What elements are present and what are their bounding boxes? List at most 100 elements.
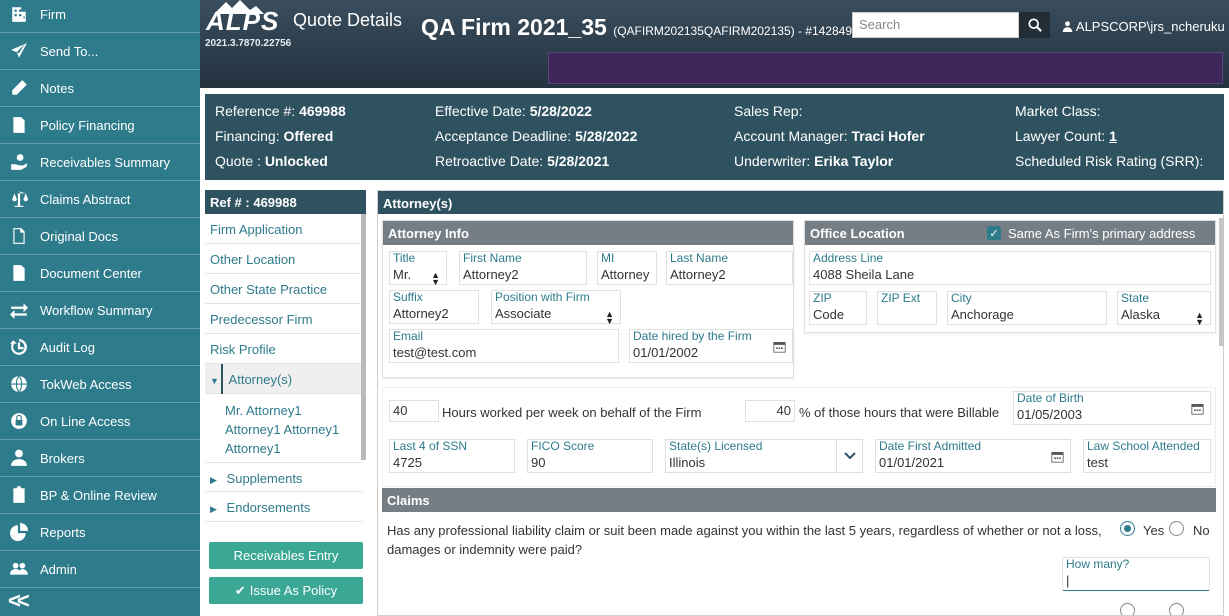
- sidebar-item-label: TokWeb Access: [40, 376, 132, 392]
- sidebar-item-original-docs[interactable]: Original Docs: [0, 218, 200, 255]
- search-input[interactable]: Search: [852, 12, 1019, 38]
- position-select[interactable]: Position with Firm Associate ▲ ▼: [491, 290, 621, 326]
- sidebar-item-admin[interactable]: Admin: [0, 551, 200, 588]
- nav-predecessor-firm[interactable]: Predecessor Firm: [205, 304, 363, 334]
- sidebar-item-tokweb-access[interactable]: TokWeb Access: [0, 366, 200, 403]
- sidebar-item-policy-financing[interactable]: Policy Financing: [0, 107, 200, 144]
- how-many-field[interactable]: How many? |: [1062, 557, 1210, 591]
- page-title: Quote Details: [293, 10, 403, 30]
- calendar-icon[interactable]: [1044, 440, 1070, 472]
- nav-other-location[interactable]: Other Location: [205, 244, 363, 274]
- nav-risk-profile[interactable]: Risk Profile: [205, 334, 363, 364]
- suffix-field[interactable]: Suffix Attorney2: [389, 290, 479, 324]
- nav-firm-application[interactable]: Firm Application: [205, 214, 363, 244]
- zip-field[interactable]: ZIP Code: [809, 291, 867, 325]
- sidebar-item-label: Notes: [40, 80, 74, 96]
- collapse-sidebar-button[interactable]: <<: [8, 588, 30, 614]
- nav-other-state-practice[interactable]: Other State Practice: [205, 274, 363, 304]
- acceptance-label: Acceptance Deadline:: [435, 128, 572, 144]
- user-menu[interactable]: ALPSCORP\jrs_ncheruku ▼: [1062, 19, 1229, 34]
- globe-icon: [8, 373, 30, 395]
- hours-input[interactable]: 40: [389, 400, 439, 422]
- sidebar-item-notes[interactable]: Notes: [0, 70, 200, 107]
- reference-value: 469988: [299, 103, 346, 119]
- attorney-link-3[interactable]: Attorney1: [225, 441, 281, 456]
- quote-status-info: Quote : Unlocked: [215, 153, 328, 169]
- issue-label: Issue As Policy: [249, 583, 338, 598]
- paper-plane-icon: [8, 40, 30, 62]
- hours-label: Hours worked per week on behalf of the F…: [442, 405, 702, 420]
- nav-attorneys[interactable]: ▼ Attorney(s): [205, 364, 363, 394]
- states-licensed-select[interactable]: State(s) Licensed Illinois: [665, 439, 863, 473]
- fico-field[interactable]: FICO Score 90: [527, 439, 653, 473]
- billable-value: 40: [776, 403, 791, 418]
- select-arrows-icon: ▲ ▼: [605, 309, 614, 326]
- sidebar-item-audit-log[interactable]: Audit Log: [0, 329, 200, 366]
- underwriter-label: Underwriter:: [734, 153, 811, 169]
- scale-icon: [8, 188, 30, 210]
- search-button[interactable]: [1019, 12, 1050, 38]
- user-icon: [1062, 21, 1073, 32]
- nav-endorsements[interactable]: ▶ Endorsements: [205, 492, 363, 522]
- email-label: Email: [393, 329, 424, 343]
- top-header: ALPS 2021.3.7870.22756 Quote Details QA …: [200, 0, 1229, 88]
- email-field[interactable]: Email test@test.com: [389, 329, 619, 363]
- calendar-icon[interactable]: [766, 330, 792, 362]
- state-select[interactable]: State Alaska ▲ ▼: [1117, 291, 1211, 327]
- financing-label: Financing:: [215, 128, 280, 144]
- attorneys-section: Attorney(s) Attorney Info Title Mr. ▲ ▼ F…: [377, 190, 1224, 616]
- sidebar-item-label: Brokers: [40, 450, 85, 466]
- address-value: 4088 Sheila Lane: [813, 267, 915, 282]
- how-many-input[interactable]: |: [1063, 571, 1209, 591]
- sidebar-item-bp-online-review[interactable]: BP & Online Review: [0, 477, 200, 514]
- billable-input[interactable]: 40: [745, 400, 795, 422]
- sidebar-item-send-to[interactable]: Send To...: [0, 33, 200, 70]
- chevron-down-icon[interactable]: [836, 440, 862, 472]
- sidebar-item-brokers[interactable]: Brokers: [0, 440, 200, 477]
- attorney-link-1[interactable]: Mr. Attorney1: [225, 403, 302, 418]
- claims-yes-radio[interactable]: [1120, 521, 1135, 536]
- lawyer-count-link[interactable]: 1: [1109, 128, 1117, 144]
- title-select[interactable]: Title Mr. ▲ ▼: [389, 251, 447, 287]
- ssn-field[interactable]: Last 4 of SSN 4725: [389, 439, 515, 473]
- next-question-yes-radio[interactable]: [1120, 603, 1135, 615]
- nav-supplements[interactable]: ▶ Supplements: [205, 462, 363, 492]
- sidebar-item-receivables-summary[interactable]: Receivables Summary: [0, 144, 200, 181]
- sidebar-item-claims-abstract[interactable]: Claims Abstract: [0, 181, 200, 218]
- account-manager-info: Account Manager: Traci Hofer: [734, 128, 925, 144]
- reference-label: Reference #:: [215, 103, 296, 119]
- date-admitted-field[interactable]: Date First Admitted 01/01/2021: [875, 439, 1071, 473]
- law-school-field[interactable]: Law School Attended test: [1083, 439, 1211, 473]
- sidebar-item-online-access[interactable]: On Line Access: [0, 403, 200, 440]
- email-value: test@test.com: [393, 345, 477, 360]
- same-as-firm-checkbox[interactable]: ✓: [987, 226, 1001, 240]
- date-hired-field[interactable]: Date hired by the Firm 01/01/2002: [629, 329, 793, 363]
- address-line-field[interactable]: Address Line 4088 Sheila Lane: [809, 251, 1211, 285]
- first-name-field[interactable]: First Name Attorney2: [459, 251, 587, 285]
- zip-ext-field[interactable]: ZIP Ext: [877, 291, 937, 325]
- sidebar-item-reports[interactable]: Reports: [0, 514, 200, 551]
- last-name-field[interactable]: Last Name Attorney2: [666, 251, 793, 285]
- retroactive-date-info: Retroactive Date: 5/28/2021: [435, 153, 609, 169]
- attorney-info-header: Attorney Info: [383, 221, 793, 245]
- next-question-no-radio[interactable]: [1169, 603, 1184, 615]
- calendar-icon[interactable]: [1184, 392, 1210, 424]
- attorney-link-2[interactable]: Attorney1 Attorney1: [225, 422, 339, 437]
- sidebar-item-firm[interactable]: Firm: [0, 0, 200, 33]
- underwriter-info: Underwriter: Erika Taylor: [734, 153, 893, 169]
- sidebar-item-label: Policy Financing: [40, 117, 135, 133]
- main-scrollbar[interactable]: [1219, 218, 1224, 346]
- mi-field[interactable]: MI Attorney: [597, 251, 657, 285]
- fico-value: 90: [531, 455, 546, 470]
- document-icon: [8, 262, 30, 284]
- issue-as-policy-button[interactable]: ✔ Issue As Policy: [209, 577, 363, 604]
- attorney-details-panel: 40 Hours worked per week on behalf of th…: [382, 387, 1216, 487]
- claims-no-radio[interactable]: [1169, 521, 1184, 536]
- nav-scrollbar[interactable]: [361, 214, 366, 460]
- receivables-entry-button[interactable]: Receivables Entry: [209, 542, 363, 569]
- sidebar-item-workflow-summary[interactable]: Workflow Summary: [0, 292, 200, 329]
- dob-field[interactable]: Date of Birth 01/05/2003: [1013, 391, 1211, 425]
- first-name-value: Attorney2: [463, 267, 519, 282]
- city-field[interactable]: City Anchorage: [947, 291, 1107, 325]
- sidebar-item-document-center[interactable]: Document Center: [0, 255, 200, 292]
